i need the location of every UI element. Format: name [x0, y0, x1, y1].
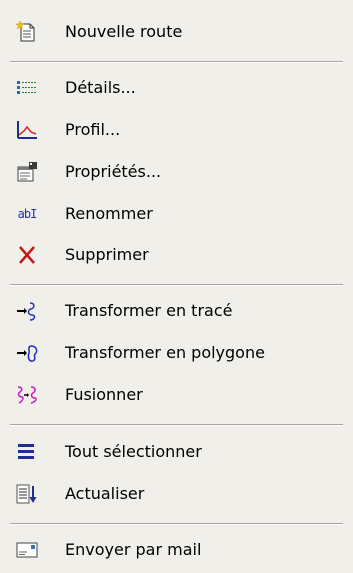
- convert-to-polygon-icon: [14, 341, 40, 365]
- menu-item-label: Renommer: [65, 204, 153, 223]
- menu-item-envoyer-par-mail[interactable]: Envoyer par mail: [0, 530, 353, 570]
- select-all-icon: [14, 440, 40, 464]
- refresh-icon: [14, 482, 40, 506]
- menu-item-label: Propriétés...: [65, 162, 162, 181]
- rename-icon-text: abI: [17, 207, 38, 221]
- menu-item-label: Transformer en tracé: [65, 301, 233, 320]
- merge-icon: [14, 383, 40, 407]
- menu-item-proprietes[interactable]: Propriétés...: [0, 152, 353, 192]
- menu-item-label: Actualiser: [65, 484, 145, 503]
- menu-item-details[interactable]: Détails...: [0, 68, 353, 108]
- profile-chart-icon: [14, 118, 40, 142]
- menu-item-label: Détails...: [65, 78, 136, 97]
- menu-item-nouvelle-route[interactable]: Nouvelle route: [0, 12, 353, 52]
- convert-to-track-icon: [14, 299, 40, 323]
- menu-item-label: Tout sélectionner: [65, 442, 202, 461]
- menu-item-label: Fusionner: [65, 385, 143, 404]
- menu-item-label: Profil...: [65, 120, 121, 139]
- context-menu: Nouvelle route Détails... Profil... Prop…: [0, 0, 353, 573]
- menu-item-renommer[interactable]: abI Renommer: [0, 194, 353, 234]
- menu-item-supprimer[interactable]: Supprimer: [0, 235, 353, 275]
- menu-item-label: Supprimer: [65, 245, 149, 264]
- menu-item-label: Nouvelle route: [65, 22, 183, 41]
- menu-item-fusionner[interactable]: Fusionner: [0, 375, 353, 415]
- mail-icon: [14, 538, 40, 562]
- menu-separator: [10, 523, 343, 525]
- menu-item-tout-selectionner[interactable]: Tout sélectionner: [0, 432, 353, 472]
- new-document-icon: [14, 20, 40, 44]
- menu-item-transformer-en-polygone[interactable]: Transformer en polygone: [0, 333, 353, 373]
- rename-icon: abI: [14, 202, 40, 226]
- menu-separator: [10, 284, 343, 286]
- menu-separator: [10, 424, 343, 426]
- delete-x-icon: [14, 243, 40, 267]
- properties-icon: [14, 160, 40, 184]
- menu-item-label: Transformer en polygone: [65, 343, 265, 362]
- menu-item-profil[interactable]: Profil...: [0, 110, 353, 150]
- menu-item-label: Envoyer par mail: [65, 540, 202, 559]
- menu-item-transformer-en-trace[interactable]: Transformer en tracé: [0, 291, 353, 331]
- details-list-icon: [14, 76, 40, 100]
- menu-separator: [10, 61, 343, 63]
- menu-item-actualiser[interactable]: Actualiser: [0, 474, 353, 514]
